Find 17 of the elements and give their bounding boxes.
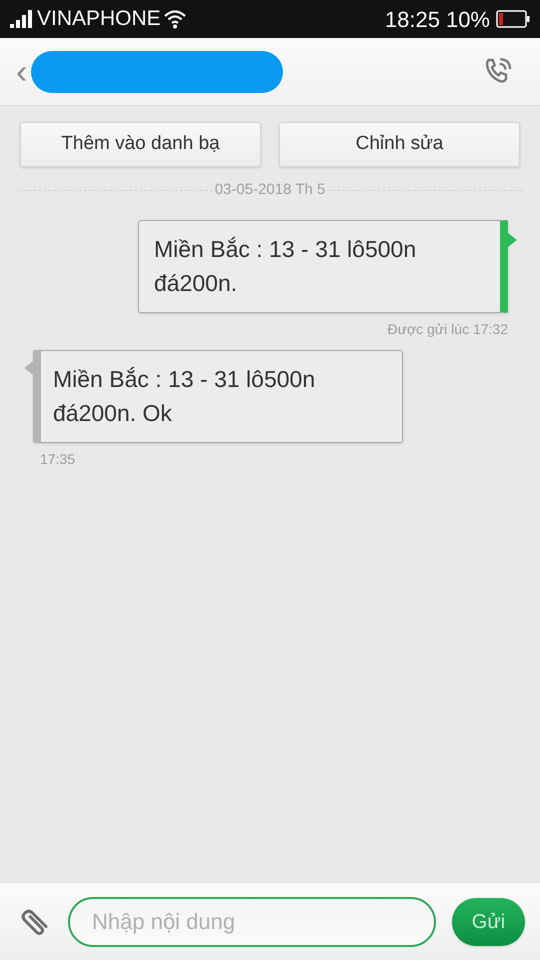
message-text: đá200n. Ok <box>53 399 172 428</box>
message-text: Miền Bắc : 13 - 31 lô500n <box>154 235 416 264</box>
battery-percent: 10% <box>446 6 490 34</box>
wifi-icon <box>162 9 187 29</box>
battery-icon <box>496 10 530 28</box>
action-button[interactable]: Chỉnh sửa <box>279 122 520 167</box>
message-text: đá200n. <box>154 269 238 298</box>
clock: 18:25 <box>384 6 440 34</box>
date-separator: 03-05-2018 Th 5 <box>214 180 326 200</box>
message-time: Được gửi lúc 17:32 <box>387 320 508 339</box>
carrier-name: VINAPHONE <box>37 6 161 32</box>
message-input[interactable]: Nhập nội dung <box>68 896 436 946</box>
signal-icon <box>10 10 34 28</box>
bubble-tail-icon <box>508 232 517 246</box>
action-button[interactable]: Thêm vào danh bạ <box>20 122 261 167</box>
message-time: 17:35 <box>40 450 76 468</box>
message-text: Miền Bắc : 13 - 31 lô500n <box>53 365 316 394</box>
